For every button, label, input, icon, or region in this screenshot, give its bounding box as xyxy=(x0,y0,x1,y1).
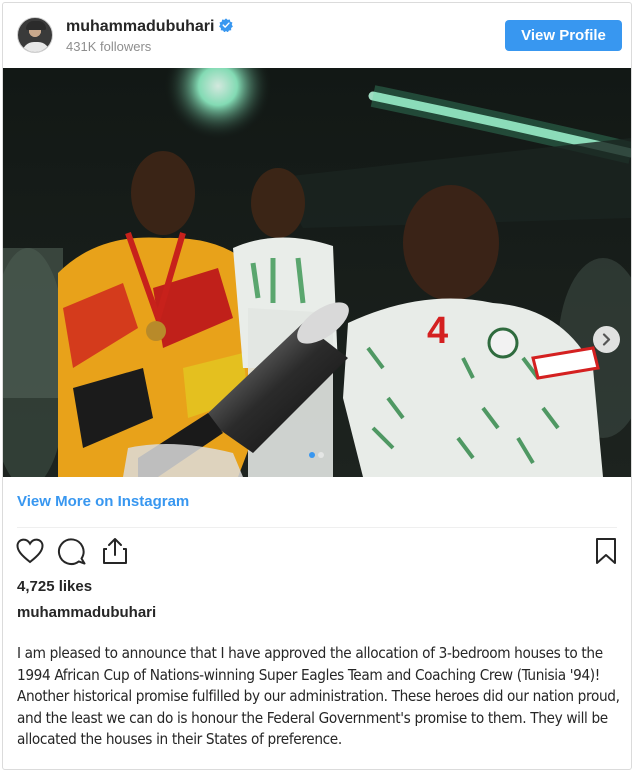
heart-icon[interactable] xyxy=(15,536,45,566)
share-icon[interactable] xyxy=(101,536,129,566)
profile-avatar[interactable] xyxy=(17,17,53,53)
instagram-embed-card: muhammadubuhari 431K followers View Prof… xyxy=(2,2,632,770)
next-photo-button[interactable] xyxy=(593,326,620,353)
verified-badge-icon xyxy=(219,18,234,32)
photo-scene: 4 xyxy=(3,68,631,477)
username[interactable]: muhammadubuhari xyxy=(66,18,214,35)
action-bar xyxy=(3,536,631,572)
divider xyxy=(17,527,617,528)
followers-count: 431K followers xyxy=(66,39,152,54)
post-header: muhammadubuhari 431K followers View Prof… xyxy=(3,3,631,68)
jersey-number: 4 xyxy=(427,310,448,352)
carousel-dot xyxy=(318,452,324,458)
carousel-dot-active xyxy=(309,452,315,458)
view-profile-button[interactable]: View Profile xyxy=(505,20,622,51)
bookmark-icon[interactable] xyxy=(593,536,619,566)
avatar-hat xyxy=(26,21,46,30)
username-row[interactable]: muhammadubuhari xyxy=(66,17,234,36)
post-caption: I am pleased to announce that I have app… xyxy=(17,644,620,748)
likes-count[interactable]: 4,725 likes xyxy=(17,578,92,595)
chevron-right-icon xyxy=(602,333,611,346)
view-more-link[interactable]: View More on Instagram xyxy=(17,493,189,510)
carousel-indicator xyxy=(309,452,329,458)
avatar-body xyxy=(22,42,50,52)
post-photo[interactable]: 4 xyxy=(3,68,631,477)
caption-author[interactable]: muhammadubuhari xyxy=(17,604,156,621)
comment-icon[interactable] xyxy=(57,536,87,566)
